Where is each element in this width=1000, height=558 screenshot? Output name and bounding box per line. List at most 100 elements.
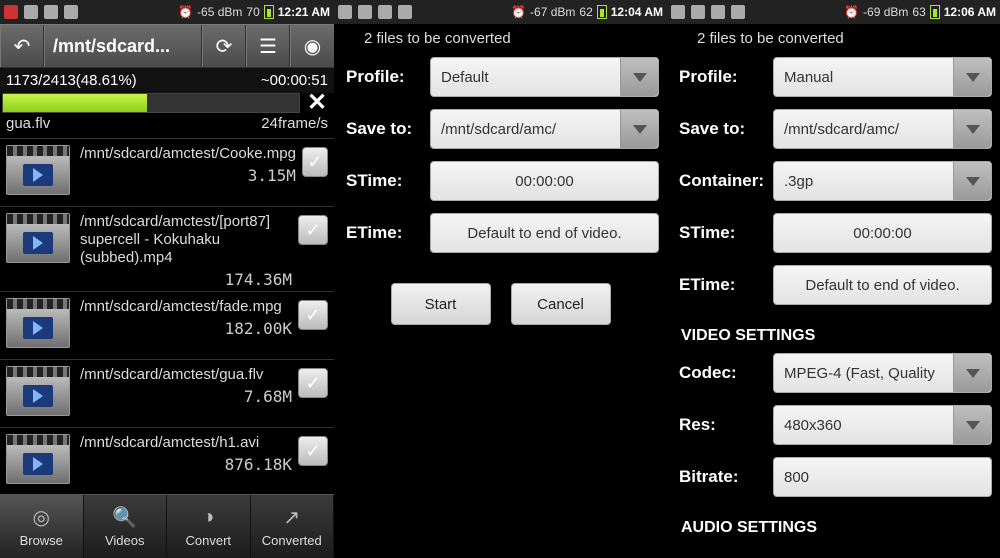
nav-videos[interactable]: 🔍 Videos <box>84 495 168 558</box>
usb-icon <box>378 5 392 19</box>
label-container: Container: <box>675 171 773 191</box>
nav-converted[interactable]: ↗ Converted <box>251 495 335 558</box>
nav-label: Browse <box>20 533 63 548</box>
cancel-button[interactable]: Cancel <box>511 283 611 325</box>
label-etime: ETime: <box>342 223 430 243</box>
profile-select[interactable]: Default <box>430 57 659 97</box>
container-value: .3gp <box>784 173 813 190</box>
clock: 12:04 AM <box>611 5 663 19</box>
file-checkbox[interactable]: ✓ <box>302 147 328 177</box>
notification-icon <box>4 5 18 19</box>
bitrate-input[interactable]: 800 <box>773 457 992 497</box>
label-bitrate: Bitrate: <box>675 467 773 487</box>
stime-value: 00:00:00 <box>515 173 573 190</box>
file-size: 7.68M <box>80 384 292 406</box>
codec-select[interactable]: MPEG-4 (Fast, Quality <box>773 353 992 393</box>
select-all-button[interactable]: ◉ <box>290 25 334 67</box>
chevron-down-icon <box>953 58 991 96</box>
progress-wrap: ✕ <box>0 93 334 113</box>
menu-button[interactable]: ☰ <box>246 25 290 67</box>
chevron-down-icon <box>953 162 991 200</box>
back-button[interactable]: ↶ <box>0 25 44 67</box>
stime-field[interactable]: 00:00:00 <box>773 213 992 253</box>
profile-select[interactable]: Manual <box>773 57 992 97</box>
saveto-value: /mnt/sdcard/amc/ <box>441 121 556 138</box>
file-path: /mnt/sdcard/amctest/Cooke.mpg <box>80 145 296 162</box>
signal-strength: -65 dBm <box>197 5 242 19</box>
etime-field[interactable]: Default to end of video. <box>773 265 992 305</box>
video-settings-header: VIDEO SETTINGS <box>675 317 992 353</box>
chevron-down-icon <box>953 406 991 444</box>
file-path: /mnt/sdcard/amctest/[port87] supercell -… <box>80 213 270 266</box>
label-saveto: Save to: <box>675 119 773 139</box>
file-checkbox[interactable]: ✓ <box>298 368 328 398</box>
res-value: 480x360 <box>784 417 842 434</box>
progress-fill <box>3 94 147 112</box>
bottom-nav: ◎ Browse 🔍 Videos ◑ Convert ↗ Converted <box>0 494 334 558</box>
battery-level: 63 <box>912 5 925 19</box>
search-icon: 🔍 <box>113 505 137 529</box>
list-item[interactable]: /mnt/sdcard/amctest/[port87] supercell -… <box>0 207 334 292</box>
cancel-progress-button[interactable]: ✕ <box>300 93 334 113</box>
nav-browse[interactable]: ◎ Browse <box>0 495 84 558</box>
form: Profile: Manual Save to: /mnt/sdcard/amc… <box>667 55 1000 547</box>
status-bar: ⏰ -65 dBm 70 12:21 AM <box>0 0 334 24</box>
stime-field[interactable]: 00:00:00 <box>430 161 659 201</box>
list-item[interactable]: /mnt/sdcard/amctest/gua.flv 7.68M ✓ <box>0 360 334 428</box>
pane-convert-default: ⏰ -67 dBm 62 12:04 AM 2 files to be conv… <box>334 0 667 558</box>
status-line: gua.flv 24frame/s <box>0 113 334 139</box>
current-file: gua.flv <box>6 115 50 132</box>
file-size: 3.15M <box>80 163 296 185</box>
notification-icon <box>671 5 685 19</box>
path-display[interactable]: /mnt/sdcard... <box>44 25 202 67</box>
container-select[interactable]: .3gp <box>773 161 992 201</box>
file-path: /mnt/sdcard/amctest/h1.avi <box>80 434 259 451</box>
refresh-button[interactable]: ⟳ <box>202 25 246 67</box>
browse-icon: ◎ <box>29 505 53 529</box>
res-select[interactable]: 480x360 <box>773 405 992 445</box>
list-item[interactable]: /mnt/sdcard/amctest/h1.avi 876.18K ✓ <box>0 428 334 496</box>
file-path: /mnt/sdcard/amctest/gua.flv <box>80 366 263 383</box>
file-checkbox[interactable]: ✓ <box>298 215 328 245</box>
start-button[interactable]: Start <box>391 283 491 325</box>
alarm-icon: ⏰ <box>511 5 526 19</box>
saveto-select[interactable]: /mnt/sdcard/amc/ <box>430 109 659 149</box>
saveto-select[interactable]: /mnt/sdcard/amc/ <box>773 109 992 149</box>
convert-icon: ◑ <box>196 505 220 529</box>
signal-strength: -67 dBm <box>530 5 575 19</box>
codec-value: MPEG-4 (Fast, Quality <box>784 365 935 382</box>
alarm-icon: ⏰ <box>844 5 859 19</box>
file-size: 182.00K <box>80 316 292 338</box>
nav-convert[interactable]: ◑ Convert <box>167 495 251 558</box>
file-list[interactable]: /mnt/sdcard/amctest/Cooke.mpg 3.15M ✓ /m… <box>0 139 334 496</box>
nav-label: Videos <box>105 533 145 548</box>
download-icon <box>691 5 705 19</box>
alarm-icon: ⏰ <box>178 5 193 19</box>
video-thumb-icon <box>6 434 70 484</box>
file-size: 876.18K <box>80 452 292 474</box>
clock: 12:21 AM <box>278 5 330 19</box>
progress-bar <box>2 93 300 113</box>
video-thumb-icon <box>6 298 70 348</box>
label-stime: STime: <box>342 171 430 191</box>
notification-icon <box>338 5 352 19</box>
status-bar: ⏰ -69 dBm 63 12:06 AM <box>667 0 1000 24</box>
progress-eta: ~00:00:51 <box>261 72 328 89</box>
list-item[interactable]: /mnt/sdcard/amctest/Cooke.mpg 3.15M ✓ <box>0 139 334 207</box>
profile-value: Manual <box>784 69 833 86</box>
file-checkbox[interactable]: ✓ <box>298 436 328 466</box>
usb-icon <box>24 5 38 19</box>
android-icon <box>731 5 745 19</box>
sync-icon <box>64 5 78 19</box>
list-item[interactable]: /mnt/sdcard/amctest/fade.mpg 182.00K ✓ <box>0 292 334 360</box>
chevron-down-icon <box>953 110 991 148</box>
toolbar: ↶ /mnt/sdcard... ⟳ ☰ ◉ <box>0 24 334 68</box>
etime-field[interactable]: Default to end of video. <box>430 213 659 253</box>
label-codec: Codec: <box>675 363 773 383</box>
battery-icon <box>264 5 274 19</box>
file-checkbox[interactable]: ✓ <box>298 300 328 330</box>
battery-level: 70 <box>246 5 259 19</box>
pane-file-browser: ⏰ -65 dBm 70 12:21 AM ↶ /mnt/sdcard... ⟳… <box>0 0 334 558</box>
file-count: 2 files to be converted <box>667 24 1000 55</box>
label-saveto: Save to: <box>342 119 430 139</box>
